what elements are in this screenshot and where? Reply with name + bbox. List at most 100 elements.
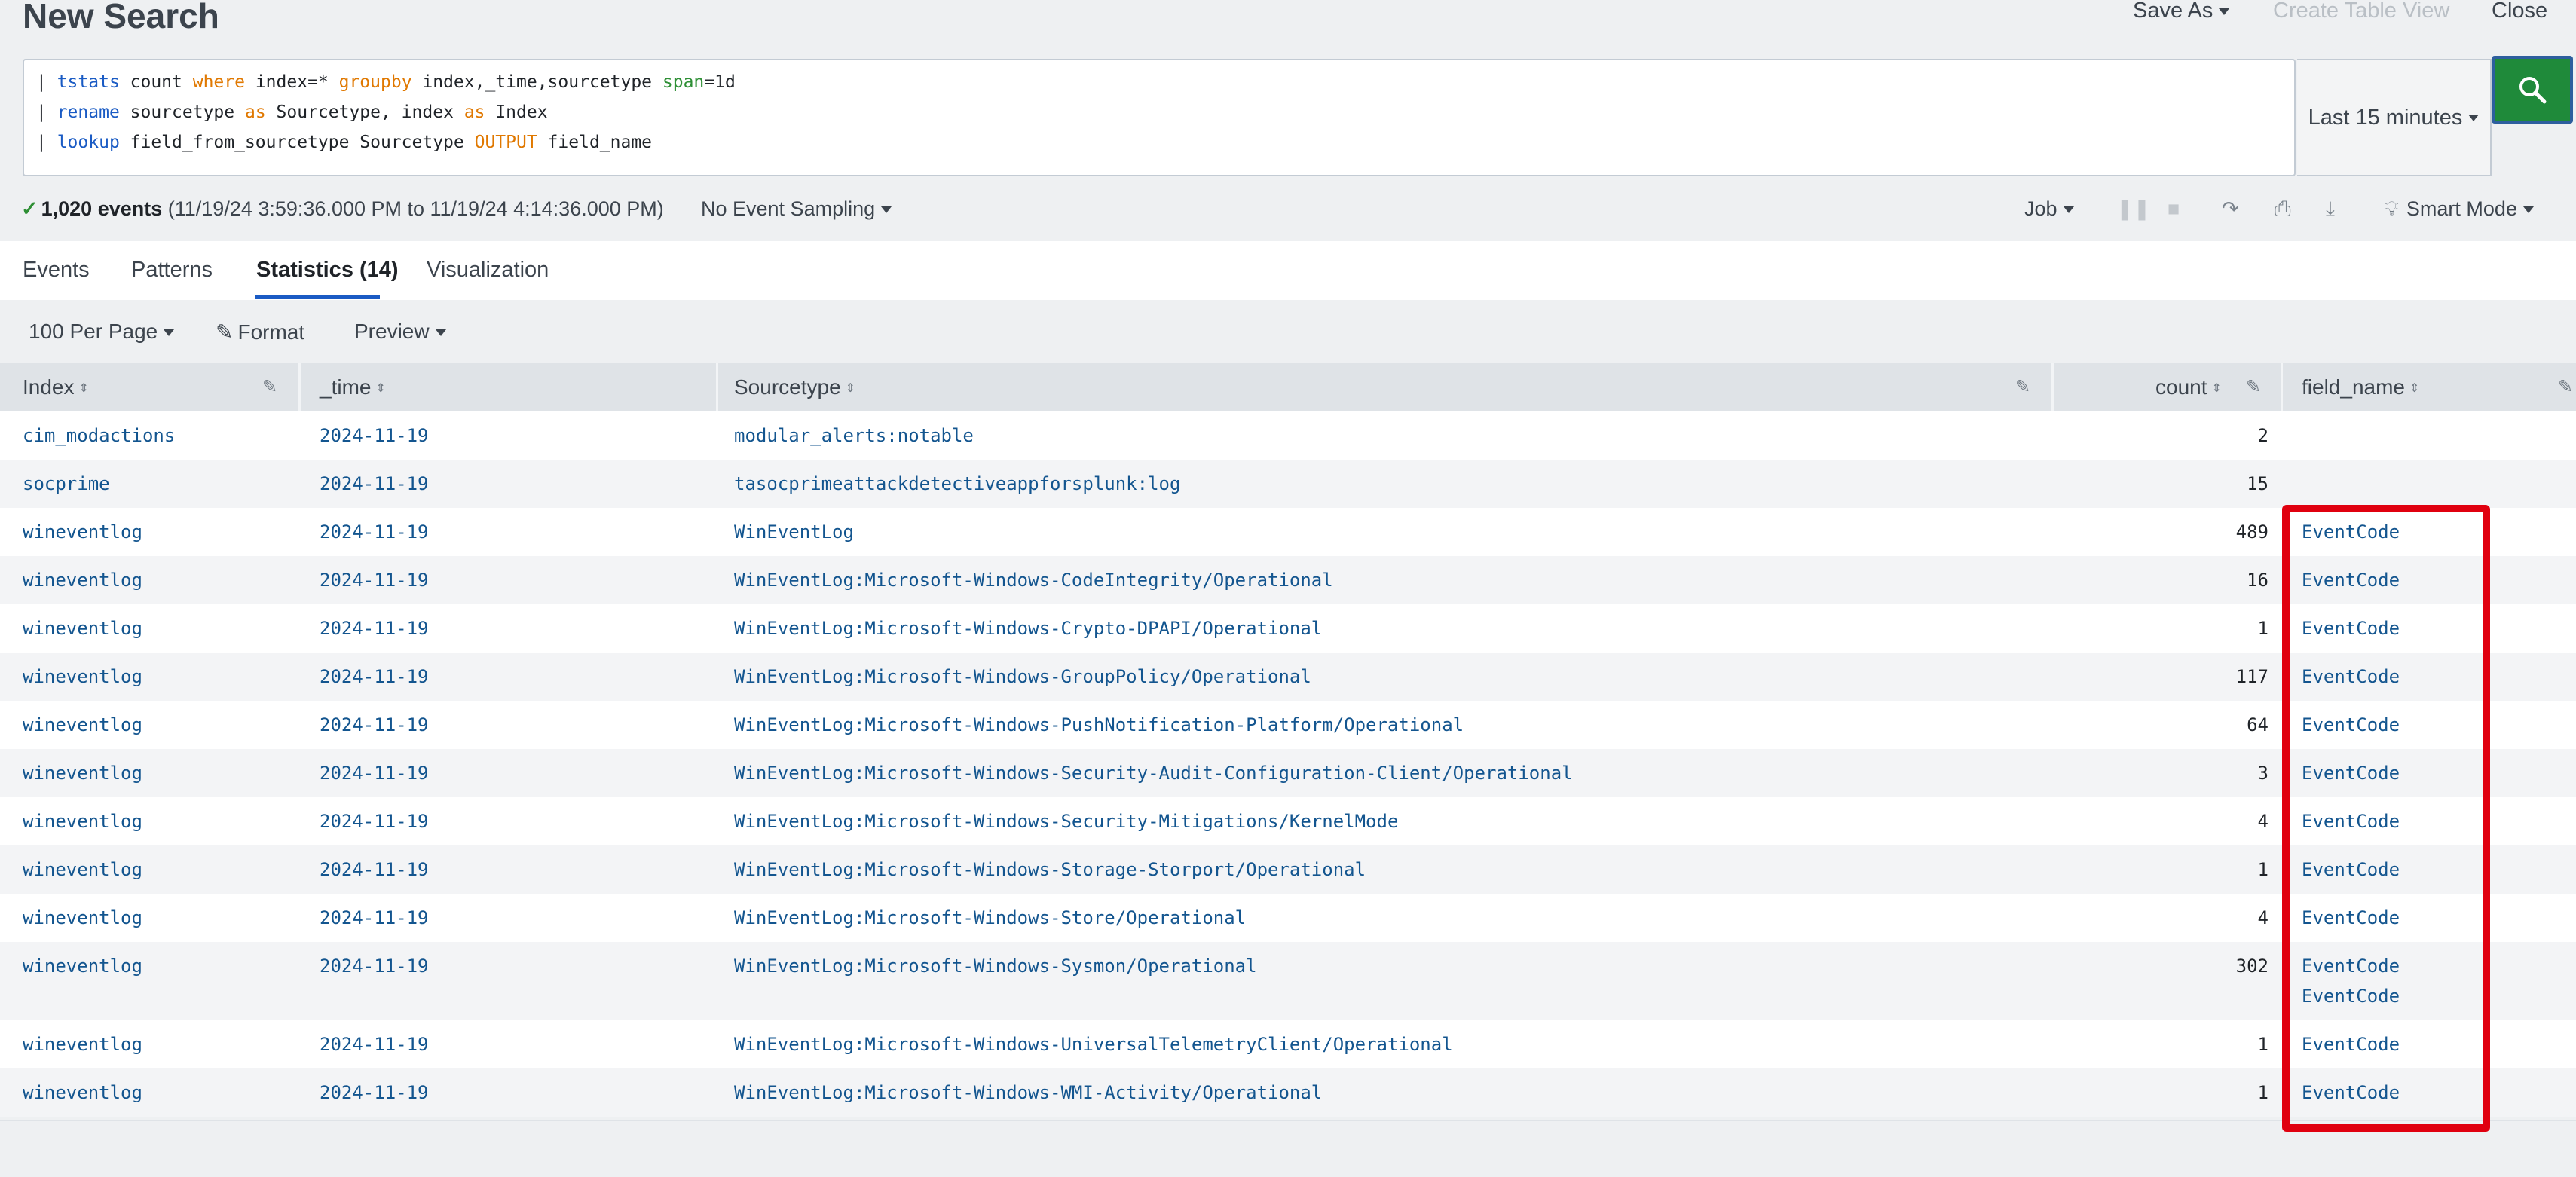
cell-count[interactable]: 302 — [2118, 955, 2269, 977]
cell-time[interactable]: 2024-11-19 — [320, 763, 429, 784]
column-header-sourcetype[interactable]: Sourcetype ⇕ — [734, 363, 855, 411]
share-icon[interactable]: ↷ — [2222, 197, 2239, 221]
search-query-editor[interactable]: | tstats count where index=* groupby ind… — [23, 59, 2296, 176]
column-divider[interactable] — [2051, 363, 2054, 411]
cell-sourcetype[interactable]: WinEventLog:Microsoft-Windows-Security-A… — [734, 763, 1573, 784]
column-divider[interactable] — [2281, 363, 2283, 411]
cell-index[interactable]: wineventlog — [23, 1082, 142, 1103]
cell-time[interactable]: 2024-11-19 — [320, 570, 429, 591]
save-as-label: Save As — [2133, 0, 2213, 23]
cell-time[interactable]: 2024-11-19 — [320, 425, 429, 446]
cell-count[interactable]: 1 — [2118, 859, 2269, 880]
query-text: =1d — [704, 72, 736, 92]
cell-index[interactable]: wineventlog — [23, 570, 142, 591]
cell-time[interactable]: 2024-11-19 — [320, 955, 429, 977]
edit-column-icon[interactable]: ✎ — [262, 363, 277, 411]
job-menu[interactable]: Job — [2024, 197, 2074, 221]
column-header-label: field_name — [2302, 375, 2405, 399]
tab-patterns[interactable]: Patterns — [131, 258, 213, 283]
tab-visualization[interactable]: Visualization — [427, 258, 549, 283]
cell-index[interactable]: wineventlog — [23, 907, 142, 928]
cell-sourcetype[interactable]: WinEventLog — [734, 521, 854, 543]
cell-index[interactable]: wineventlog — [23, 714, 142, 735]
cell-count[interactable]: 117 — [2118, 666, 2269, 687]
search-icon — [2519, 77, 2547, 104]
tab-statistics[interactable]: Statistics (14) — [256, 258, 399, 283]
cell-count[interactable]: 15 — [2118, 473, 2269, 494]
close-button[interactable]: Close — [2492, 0, 2547, 23]
cell-sourcetype[interactable]: tasocprimeattackdetectiveappforsplunk:lo… — [734, 473, 1180, 494]
cell-time[interactable]: 2024-11-19 — [320, 666, 429, 687]
cell-time[interactable]: 2024-11-19 — [320, 521, 429, 543]
cell-sourcetype[interactable]: WinEventLog:Microsoft-Windows-Storage-St… — [734, 859, 1366, 880]
chevron-down-icon — [881, 206, 892, 214]
column-header-time[interactable]: _time ⇕ — [320, 363, 386, 411]
cell-time[interactable]: 2024-11-19 — [320, 473, 429, 494]
cell-count[interactable]: 2 — [2118, 425, 2269, 446]
cell-sourcetype[interactable]: WinEventLog:Microsoft-Windows-Crypto-DPA… — [734, 618, 1322, 639]
cell-index[interactable]: wineventlog — [23, 859, 142, 880]
edit-column-icon[interactable]: ✎ — [2246, 363, 2261, 411]
cell-count[interactable]: 1 — [2118, 1082, 2269, 1103]
cell-count[interactable]: 1 — [2118, 618, 2269, 639]
column-header-field-name[interactable]: field_name ⇕ — [2302, 363, 2419, 411]
query-text: field_name — [537, 133, 653, 152]
cell-time[interactable]: 2024-11-19 — [320, 714, 429, 735]
cell-count[interactable]: 1 — [2118, 1034, 2269, 1055]
cell-time[interactable]: 2024-11-19 — [320, 618, 429, 639]
print-icon[interactable]: ⎙ — [2275, 197, 2291, 222]
create-table-view-button[interactable]: Create Table View — [2273, 0, 2449, 23]
cell-index[interactable]: wineventlog — [23, 763, 142, 784]
cell-index[interactable]: socprime — [23, 473, 110, 494]
preview-dropdown[interactable]: Preview — [354, 319, 446, 344]
edit-column-icon[interactable]: ✎ — [2015, 363, 2030, 411]
cell-sourcetype[interactable]: WinEventLog:Microsoft-Windows-Sysmon/Ope… — [734, 955, 1257, 977]
cell-time[interactable]: 2024-11-19 — [320, 1082, 429, 1103]
format-button[interactable]: ✎ Format — [216, 319, 304, 344]
cell-count[interactable]: 3 — [2118, 763, 2269, 784]
column-header-count[interactable]: count ⇕ — [2155, 363, 2222, 411]
time-range-picker[interactable]: Last 15 minutes — [2297, 59, 2492, 176]
stop-icon[interactable]: ■ — [2168, 197, 2180, 221]
column-divider[interactable] — [298, 363, 301, 411]
cell-sourcetype[interactable]: WinEventLog:Microsoft-Windows-GroupPolic… — [734, 666, 1311, 687]
cell-time[interactable]: 2024-11-19 — [320, 1034, 429, 1055]
cell-sourcetype[interactable]: WinEventLog:Microsoft-Windows-Security-M… — [734, 811, 1398, 832]
query-text: index,_time,sourcetype — [411, 72, 662, 92]
cell-sourcetype[interactable]: WinEventLog:Microsoft-Windows-Store/Oper… — [734, 907, 1246, 928]
event-sampling-dropdown[interactable]: No Event Sampling — [701, 197, 892, 221]
cell-index[interactable]: cim_modactions — [23, 425, 175, 446]
cell-time[interactable]: 2024-11-19 — [320, 811, 429, 832]
cell-time[interactable]: 2024-11-19 — [320, 907, 429, 928]
column-divider[interactable] — [716, 363, 718, 411]
save-as-menu[interactable]: Save As — [2133, 0, 2230, 23]
tab-events[interactable]: Events — [23, 258, 90, 283]
cell-index[interactable]: wineventlog — [23, 1034, 142, 1055]
export-icon[interactable]: ⤓ — [2326, 197, 2335, 222]
pause-icon[interactable]: ❚❚ — [2116, 197, 2150, 221]
per-page-dropdown[interactable]: 100 Per Page — [29, 319, 175, 344]
cell-sourcetype[interactable]: WinEventLog:Microsoft-Windows-PushNotifi… — [734, 714, 1464, 735]
search-button[interactable] — [2492, 56, 2573, 124]
cell-count[interactable]: 64 — [2118, 714, 2269, 735]
cell-count[interactable]: 4 — [2118, 811, 2269, 832]
edit-column-icon[interactable]: ✎ — [2558, 363, 2573, 411]
column-header-index[interactable]: Index ⇕ — [23, 363, 89, 411]
cell-index[interactable]: wineventlog — [23, 618, 142, 639]
cell-sourcetype[interactable]: modular_alerts:notable — [734, 425, 974, 446]
query-line-2: | rename sourcetype as Sourcetype, index… — [36, 102, 548, 122]
cell-index[interactable]: wineventlog — [23, 955, 142, 977]
table-row: wineventlog 2024-11-19 WinEventLog:Microso… — [0, 749, 2576, 797]
cell-sourcetype[interactable]: WinEventLog:Microsoft-Windows-WMI-Activi… — [734, 1082, 1322, 1103]
cell-count[interactable]: 16 — [2118, 570, 2269, 591]
cell-sourcetype[interactable]: WinEventLog:Microsoft-Windows-UniversalT… — [734, 1034, 1453, 1055]
table-row: cim_modactions 2024-11-19 modular_alerts:n… — [0, 411, 2576, 460]
cell-time[interactable]: 2024-11-19 — [320, 859, 429, 880]
cell-count[interactable]: 489 — [2118, 521, 2269, 543]
cell-index[interactable]: wineventlog — [23, 666, 142, 687]
search-mode-menu[interactable]: 💡︎ Smart Mode — [2385, 197, 2534, 222]
cell-index[interactable]: wineventlog — [23, 811, 142, 832]
cell-count[interactable]: 4 — [2118, 907, 2269, 928]
cell-sourcetype[interactable]: WinEventLog:Microsoft-Windows-CodeIntegr… — [734, 570, 1333, 591]
cell-index[interactable]: wineventlog — [23, 521, 142, 543]
